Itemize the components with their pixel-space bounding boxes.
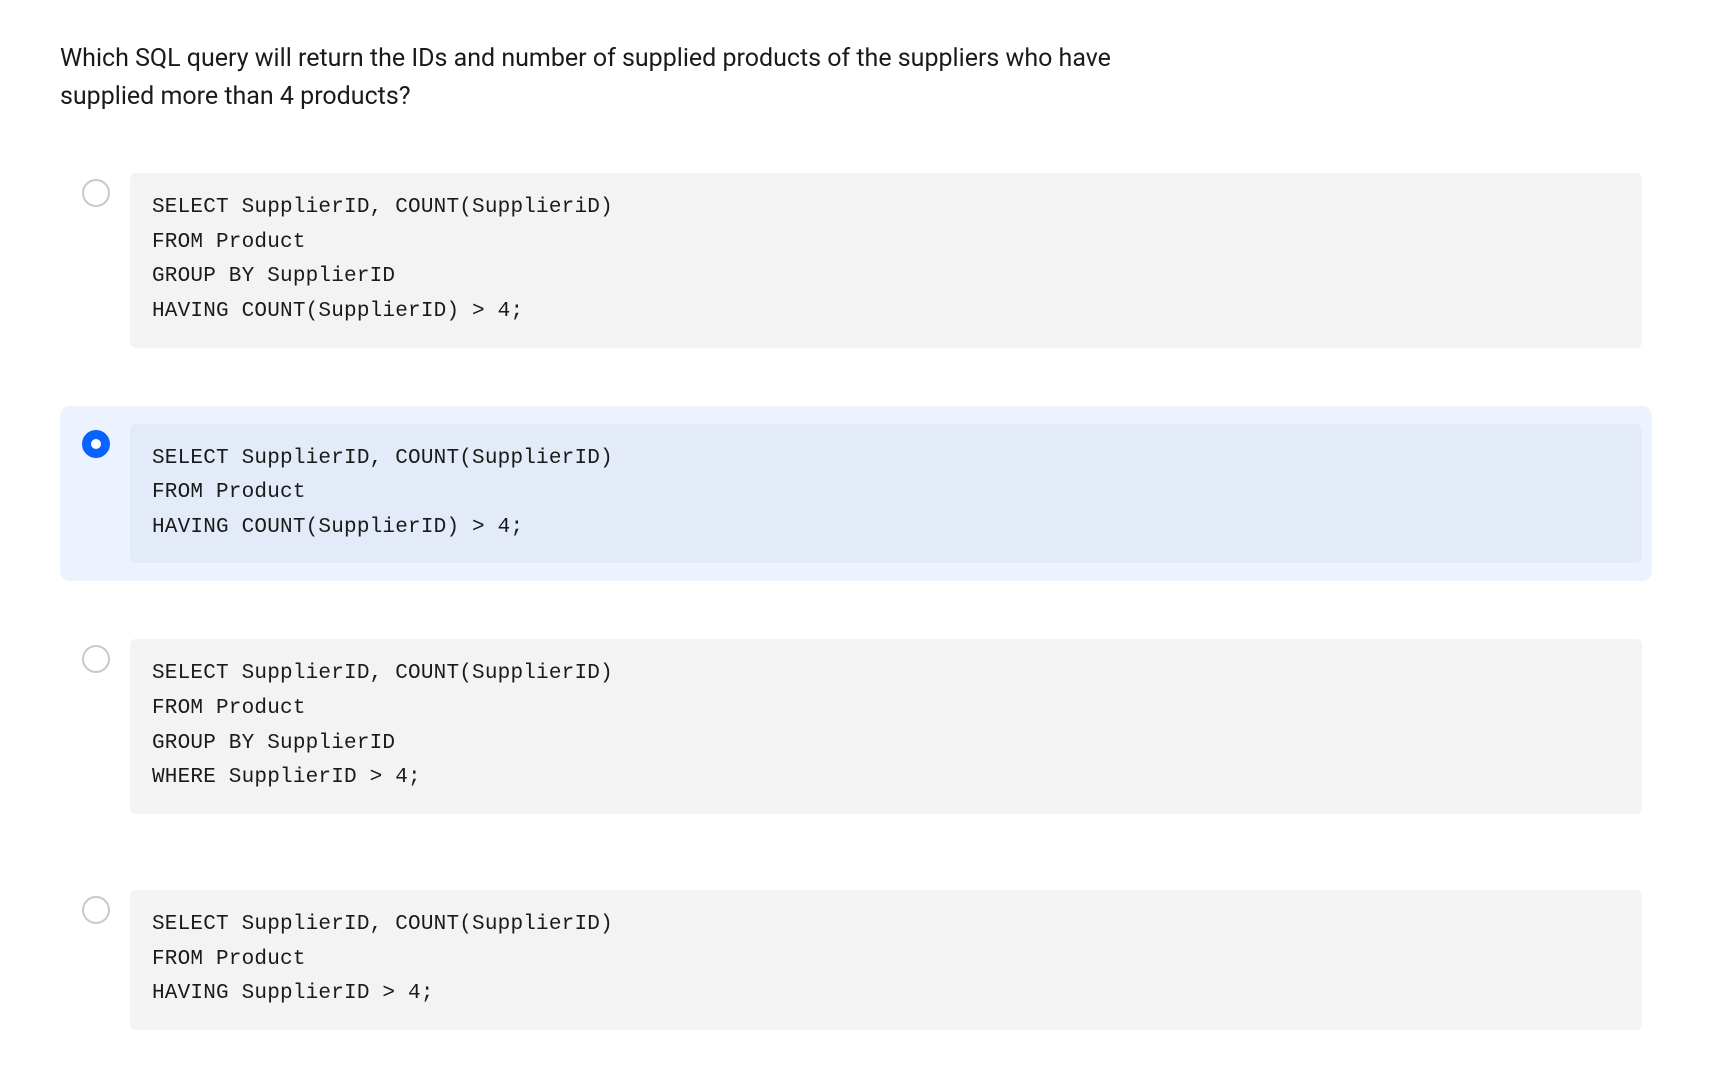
radio-option-2[interactable] <box>82 645 110 673</box>
radio-option-3[interactable] <box>82 896 110 924</box>
code-block-2: SELECT SupplierID, COUNT(SupplierID) FRO… <box>130 639 1642 814</box>
option-row-1[interactable]: SELECT SupplierID, COUNT(SupplierID) FRO… <box>60 406 1652 582</box>
options-list: SELECT SupplierID, COUNT(SupplieriD) FRO… <box>60 155 1652 1048</box>
radio-option-1[interactable] <box>82 430 110 458</box>
option-row-3[interactable]: SELECT SupplierID, COUNT(SupplierID) FRO… <box>60 872 1652 1048</box>
code-block-3: SELECT SupplierID, COUNT(SupplierID) FRO… <box>130 890 1642 1030</box>
option-row-0[interactable]: SELECT SupplierID, COUNT(SupplieriD) FRO… <box>60 155 1652 366</box>
radio-option-0[interactable] <box>82 179 110 207</box>
code-block-0: SELECT SupplierID, COUNT(SupplieriD) FRO… <box>130 173 1642 348</box>
option-row-2[interactable]: SELECT SupplierID, COUNT(SupplierID) FRO… <box>60 621 1652 832</box>
code-block-1: SELECT SupplierID, COUNT(SupplierID) FRO… <box>130 424 1642 564</box>
question-text: Which SQL query will return the IDs and … <box>60 40 1140 115</box>
